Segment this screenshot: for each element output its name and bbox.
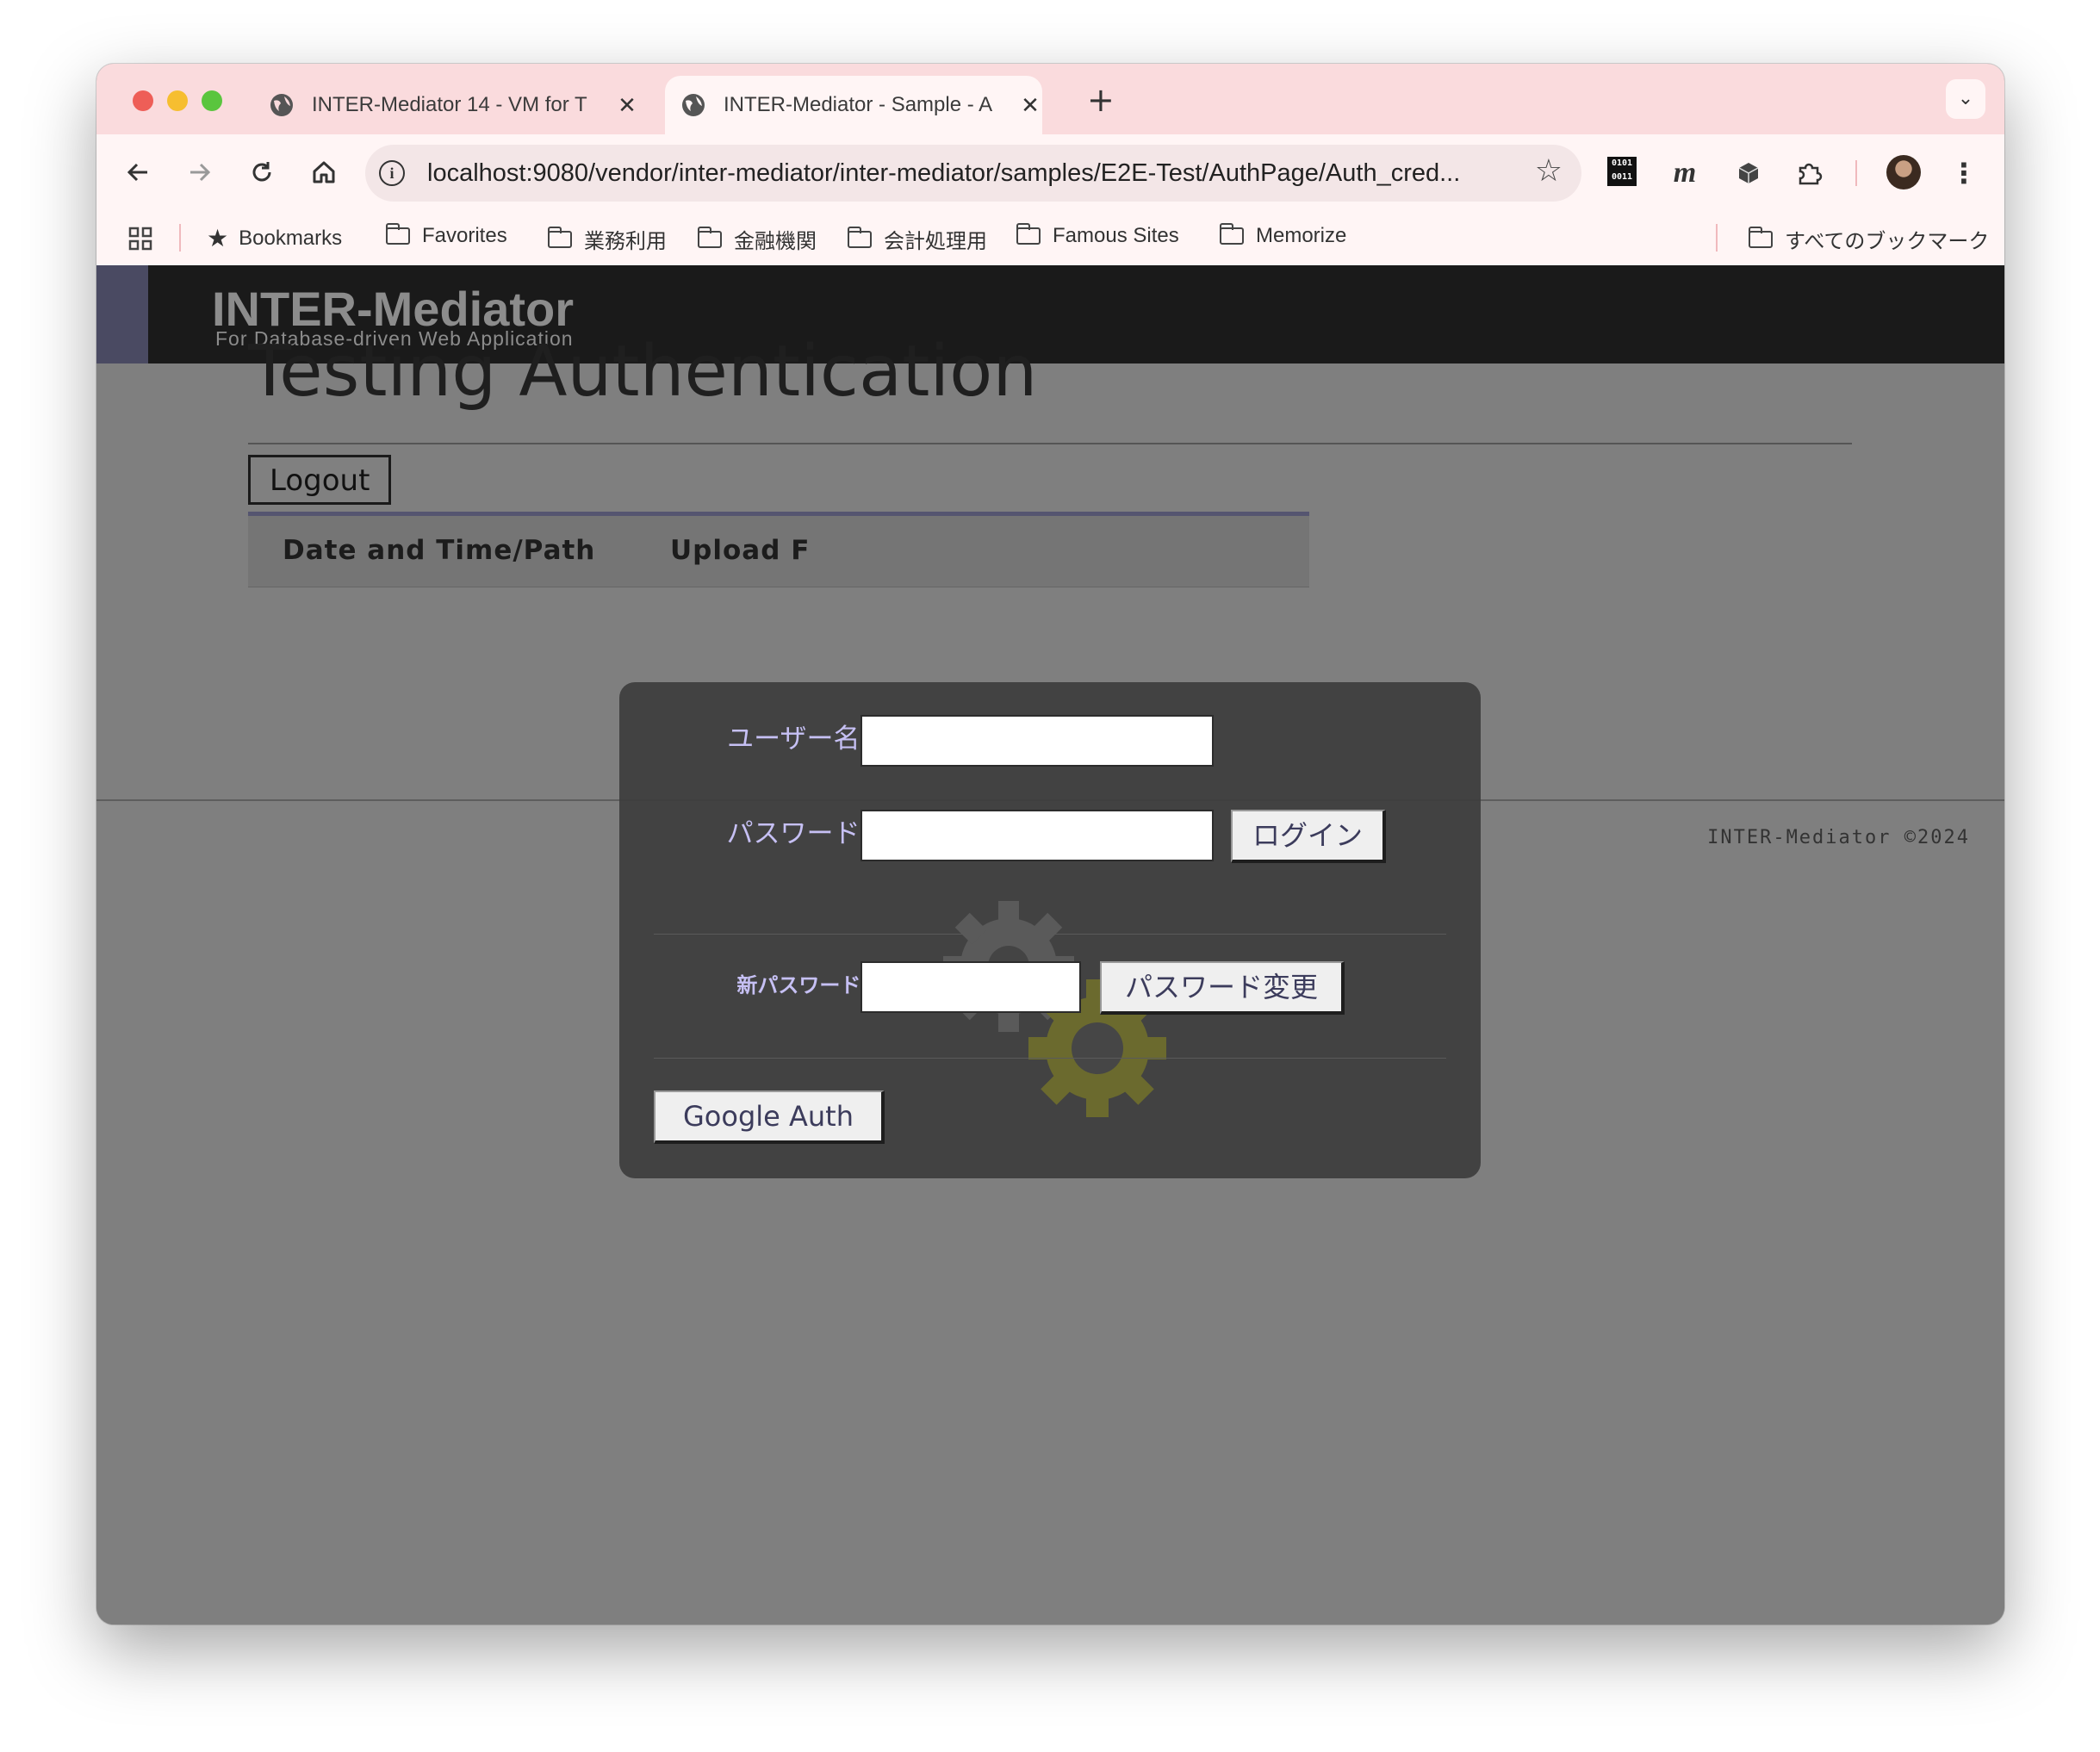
login-button[interactable]: ログイン: [1231, 810, 1386, 863]
tab-inter-mediator-sample[interactable]: INTER-Mediator - Sample - A ✕: [665, 76, 1042, 134]
maximize-window-button[interactable]: [202, 90, 222, 111]
globe-icon: [682, 94, 705, 116]
puzzle-icon: [1799, 163, 1823, 185]
bookmark-bookmarks[interactable]: ★ Bookmarks: [207, 224, 342, 252]
folder-icon: [697, 226, 722, 248]
home-button[interactable]: [303, 152, 345, 193]
tab-list-button[interactable]: ⌄: [1946, 79, 1985, 119]
cube-icon: [1738, 163, 1759, 183]
folder-icon: [1016, 223, 1041, 245]
close-tab-icon[interactable]: ✕: [1018, 92, 1042, 119]
footer-copyright: INTER-Mediator ©2024: [1707, 827, 1970, 848]
password-label: パスワード:: [726, 818, 869, 849]
bookmark-label: Bookmarks: [239, 226, 343, 250]
change-password-button[interactable]: パスワード変更: [1100, 961, 1345, 1015]
bookmark-label: 会計処理用: [884, 230, 987, 253]
bookmark-label: Memorize: [1256, 224, 1347, 247]
bookmark-label: すべてのブックマーク: [1785, 230, 1990, 253]
back-icon: [127, 163, 147, 182]
address-bar[interactable]: i localhost:9080/vendor/inter-mediator/i…: [365, 145, 1581, 202]
dialog-divider: [654, 934, 1446, 935]
username-label: ユーザー名:: [727, 724, 869, 755]
new-password-input[interactable]: [861, 961, 1081, 1013]
content-tabs: Date and Time/Path Upload F: [248, 512, 1309, 587]
m-extension-icon[interactable]: m: [1668, 153, 1702, 193]
profile-avatar[interactable]: [1886, 153, 1923, 193]
new-tab-button[interactable]: +: [1087, 81, 1115, 119]
bookmark-label: Favorites: [422, 224, 507, 247]
bookmark-label: 業務利用: [584, 230, 667, 253]
bookmarks-divider: [1716, 224, 1718, 252]
avatar: [1886, 155, 1921, 189]
info-icon[interactable]: i: [379, 160, 405, 186]
bookmark-business[interactable]: 業務利用: [547, 224, 667, 254]
close-window-button[interactable]: [133, 90, 153, 111]
more-menu-button[interactable]: ⋮: [1950, 153, 1978, 193]
star-icon: ★: [207, 225, 229, 252]
reload-icon: [252, 162, 271, 182]
divider: [248, 443, 1852, 444]
all-bookmarks[interactable]: すべてのブックマーク: [1748, 224, 1990, 254]
star-icon[interactable]: ☆: [1535, 153, 1563, 189]
more-icon: ⋮: [1950, 157, 1978, 189]
bookmarks-bar: ★ Bookmarks Favorites 業務利用 金融機関 会計処理用 Fa…: [96, 212, 2004, 265]
auth-dialog: ユーザー名: パスワード: ログイン 新パスワード: パスワード変更 Googl…: [619, 682, 1481, 1178]
tab-inter-mediator-vm[interactable]: INTER-Mediator 14 - VM for T ✕: [269, 76, 734, 134]
new-password-label: 新パスワード:: [736, 973, 869, 997]
bookmark-memorize[interactable]: Memorize: [1219, 223, 1347, 248]
browser-window: INTER-Mediator 14 - VM for T ✕ INTER-Med…: [96, 64, 2004, 1625]
tab-strip: INTER-Mediator 14 - VM for T ✕ INTER-Med…: [96, 64, 2004, 134]
bookmark-favorites[interactable]: Favorites: [385, 223, 507, 248]
folder-icon: [547, 226, 572, 248]
folder-icon: [847, 226, 872, 248]
close-tab-icon[interactable]: ✕: [615, 92, 639, 119]
tab-upload[interactable]: Upload F: [670, 535, 810, 566]
folder-icon: [1748, 226, 1773, 248]
logout-button[interactable]: Logout: [248, 455, 392, 505]
apps-button[interactable]: [127, 226, 153, 252]
bookmark-accounting[interactable]: 会計処理用: [847, 224, 987, 254]
forward-icon: [190, 163, 211, 182]
minimize-window-button[interactable]: [167, 90, 188, 111]
globe-icon: [270, 94, 293, 116]
tab-title: INTER-Mediator 14 - VM for T: [312, 93, 587, 116]
url-text[interactable]: localhost:9080/vendor/inter-mediator/int…: [427, 145, 1513, 202]
reload-button[interactable]: [241, 152, 283, 193]
page-content: INTER-Mediator For Database-driven Web A…: [96, 265, 2004, 1625]
toolbar-divider: [1855, 160, 1857, 186]
cube-extension-icon[interactable]: [1731, 153, 1766, 193]
puzzle-extension-button[interactable]: [1792, 153, 1826, 193]
header-stripe: [96, 265, 148, 363]
folder-icon: [385, 223, 410, 245]
tab-title: INTER-Mediator - Sample - A: [724, 93, 993, 116]
binary-extension-icon[interactable]: 0101 0011: [1607, 153, 1640, 193]
apps-icon: [128, 227, 152, 251]
bookmark-famous-sites[interactable]: Famous Sites: [1016, 223, 1179, 248]
bookmarks-divider: [179, 224, 181, 252]
folder-icon: [1219, 223, 1244, 245]
back-button[interactable]: [117, 152, 158, 193]
dialog-divider: [654, 1058, 1446, 1059]
tab-date-time-path[interactable]: Date and Time/Path: [283, 535, 595, 566]
username-input[interactable]: [861, 715, 1214, 767]
page-title: Testing Authentication: [248, 331, 1038, 413]
password-input[interactable]: [861, 810, 1214, 861]
bookmark-financial[interactable]: 金融機関: [697, 224, 817, 254]
google-auth-button[interactable]: Google Auth: [654, 1090, 885, 1144]
home-icon: [313, 161, 335, 183]
bookmark-label: Famous Sites: [1053, 224, 1179, 247]
browser-toolbar: i localhost:9080/vendor/inter-mediator/i…: [96, 134, 2004, 212]
forward-button[interactable]: [179, 152, 221, 193]
bookmark-label: 金融機関: [734, 230, 817, 253]
